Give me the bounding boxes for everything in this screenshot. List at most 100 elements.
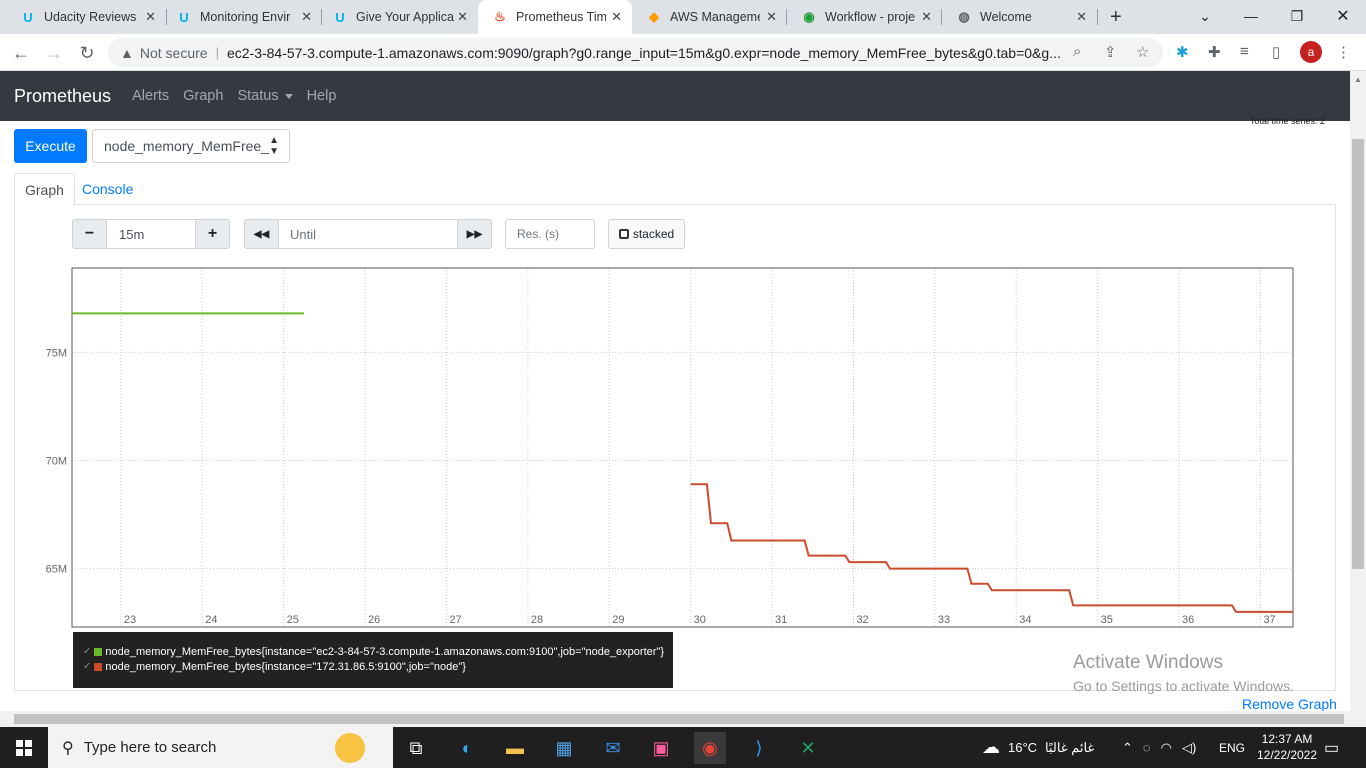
range-decrease-button[interactable]: − — [72, 219, 107, 249]
task-view-icon[interactable]: ⧉ — [400, 732, 432, 764]
nav-help[interactable]: Help — [307, 88, 337, 104]
file-explorer-icon[interactable]: ▬ — [499, 732, 531, 764]
mail-icon[interactable]: ✉ — [597, 732, 629, 764]
close-tab-icon[interactable]: ✕ — [766, 9, 777, 25]
share-icon[interactable]: ⇪ — [1104, 43, 1117, 61]
bookmark-star-icon[interactable]: ☆ — [1136, 43, 1149, 61]
tab-graph[interactable]: Graph — [14, 173, 75, 206]
edge-icon[interactable]: ◐ — [451, 732, 483, 764]
select-arrows-icon: ▲ ▼ — [269, 135, 279, 157]
new-tab-button[interactable]: + — [1100, 0, 1136, 34]
url-text: ec2-3-84-57-3.compute-1.amazonaws.com:90… — [226, 44, 1061, 61]
nav-alerts[interactable]: Alerts — [132, 88, 169, 104]
browser-toolbar: ← → ↻ ▲ Not secure | ec2-3-84-57-3.compu… — [0, 34, 1366, 71]
maximize-icon[interactable]: ❐ — [1274, 0, 1320, 32]
close-tab-icon[interactable]: ✕ — [1076, 9, 1087, 25]
range-increase-button[interactable]: + — [195, 219, 230, 249]
x-tick-label: 29 — [612, 614, 624, 626]
weather-tray[interactable]: ☁ 16°C غائم غالبًا — [982, 727, 1094, 768]
chrome-icon[interactable]: ◉ — [694, 732, 726, 764]
x-tick-label: 24 — [205, 614, 217, 626]
range-input[interactable]: 15m — [106, 219, 196, 249]
legend-item[interactable]: ✓ node_memory_MemFree_bytes{instance="17… — [83, 659, 673, 674]
vscode-icon[interactable]: ⟩ — [743, 732, 775, 764]
udacity-icon: U — [23, 9, 33, 25]
remove-graph-link[interactable]: Remove Graph — [1242, 696, 1337, 712]
cloud-sun-icon: ☁ — [982, 737, 1000, 757]
browser-tab-give-application[interactable]: U Give Your Applica ✕ — [318, 0, 478, 34]
rewind-button[interactable]: ◀◀ — [244, 219, 279, 249]
x-tick-label: 34 — [1019, 614, 1031, 626]
x-tick-label: 28 — [531, 614, 543, 626]
reload-icon[interactable]: ↻ — [74, 40, 100, 66]
browser-tab-monitoring[interactable]: U Monitoring Envir ✕ — [162, 0, 322, 34]
back-icon[interactable]: ← — [8, 40, 34, 66]
x-tick-label: 30 — [694, 614, 706, 626]
forward-icon[interactable]: → — [41, 40, 67, 66]
nav-graph[interactable]: Graph — [183, 88, 223, 104]
aws-icon: ◆ — [649, 9, 659, 24]
brand-logo[interactable]: Prometheus — [14, 86, 111, 107]
scrollbar-thumb[interactable] — [14, 714, 1344, 724]
browser-tab-welcome[interactable]: ◍ Welcome ✕ — [942, 0, 1097, 34]
nav-status[interactable]: Status — [237, 88, 293, 104]
metric-select[interactable]: node_memory_MemFree_ ▲ ▼ — [92, 129, 290, 163]
prometheus-icon: ♨ — [494, 9, 506, 24]
side-panel-icon[interactable]: ▯ — [1272, 43, 1280, 61]
browser-tab-aws[interactable]: ◆ AWS Managemen ✕ — [632, 0, 787, 34]
tray-icons[interactable]: ⌃ ◌ ◠ ◁) — [1122, 727, 1206, 768]
graph-tabs: Graph Console — [14, 173, 1336, 206]
close-tab-icon[interactable]: ✕ — [457, 9, 468, 25]
store-icon[interactable]: ▦ — [548, 732, 580, 764]
minimize-icon[interactable]: — — [1228, 0, 1274, 32]
vertical-scrollbar[interactable]: ▲ — [1350, 71, 1366, 711]
excel-icon[interactable]: ✕ — [792, 732, 824, 764]
close-tab-icon[interactable]: ✕ — [301, 9, 312, 25]
weather-widget-icon — [335, 733, 365, 763]
horizontal-scrollbar[interactable] — [0, 711, 1366, 727]
close-window-icon[interactable]: ✕ — [1320, 0, 1366, 32]
x-axis: 23 24 25 26 27 28 29 30 31 32 33 34 35 36 37 — [124, 614, 1276, 626]
close-tab-icon[interactable]: ✕ — [611, 9, 622, 25]
profile-avatar[interactable]: a — [1300, 41, 1322, 63]
legend-item[interactable]: ✓ node_memory_MemFree_bytes{instance="ec… — [83, 644, 673, 659]
windows-taskbar: ⚲ Type here to search ⧉ ◐ ▬ ▦ ✉ ▣ ◉ ⟩ ✕ … — [0, 727, 1366, 768]
scroll-up-icon[interactable]: ▲ — [1354, 75, 1362, 84]
close-tab-icon[interactable]: ✕ — [921, 9, 932, 25]
resolution-input[interactable]: Res. (s) — [505, 219, 595, 249]
memory-chart: 75M 70M 65M 23 24 25 26 27 28 29 30 31 32 33 34 35 36 37 — [46, 267, 1294, 628]
intellij-icon[interactable]: ▣ — [645, 732, 677, 764]
browser-tab-prometheus[interactable]: ♨ Prometheus Time ✕ — [478, 0, 632, 34]
y-tick-label: 70M — [46, 455, 67, 467]
execute-button[interactable]: Execute — [14, 129, 87, 163]
browser-tab-workflow[interactable]: ◉ Workflow - proje ✕ — [787, 0, 942, 34]
x-tick-label: 23 — [124, 614, 136, 626]
address-bar[interactable]: ▲ Not secure | ec2-3-84-57-3.compute-1.a… — [108, 38, 1163, 67]
total-series: Total time series: 2 — [1250, 116, 1326, 126]
tab-console[interactable]: Console — [72, 173, 143, 205]
taskbar-search[interactable]: ⚲ Type here to search — [48, 727, 393, 768]
chart-grid — [72, 268, 1293, 627]
browser-tab-udacity-reviews[interactable]: U Udacity Reviews ✕ — [6, 0, 166, 34]
until-input[interactable]: Until — [278, 219, 458, 249]
x-tick-label: 27 — [449, 614, 461, 626]
checkbox-icon — [618, 229, 629, 239]
scrollbar-thumb[interactable] — [1352, 139, 1364, 569]
tab-search-icon[interactable]: ⌄ — [1182, 0, 1228, 32]
chevron-down-icon — [284, 93, 293, 99]
reading-list-icon[interactable]: ≡ — [1240, 43, 1249, 60]
workflow-icon: ◉ — [803, 9, 815, 24]
close-tab-icon[interactable]: ✕ — [145, 9, 156, 25]
language-indicator[interactable]: ENG — [1219, 727, 1245, 768]
extension-icon[interactable]: ✱ — [1176, 43, 1189, 61]
clock[interactable]: 12:37 AM 12/22/2022 — [1252, 731, 1322, 763]
fast-forward-button[interactable]: ▶▶ — [457, 219, 492, 249]
stacked-toggle[interactable]: stacked — [608, 219, 685, 249]
zoom-icon[interactable]: ⌕ — [1073, 43, 1081, 60]
notifications-icon[interactable]: ▭ — [1324, 727, 1339, 768]
start-button[interactable] — [0, 727, 48, 768]
volume-icon: ◁) — [1181, 739, 1197, 755]
extensions-puzzle-icon[interactable]: ✚ — [1208, 43, 1221, 61]
x-tick-label: 33 — [938, 614, 950, 626]
menu-icon[interactable]: ⋮ — [1336, 43, 1351, 61]
